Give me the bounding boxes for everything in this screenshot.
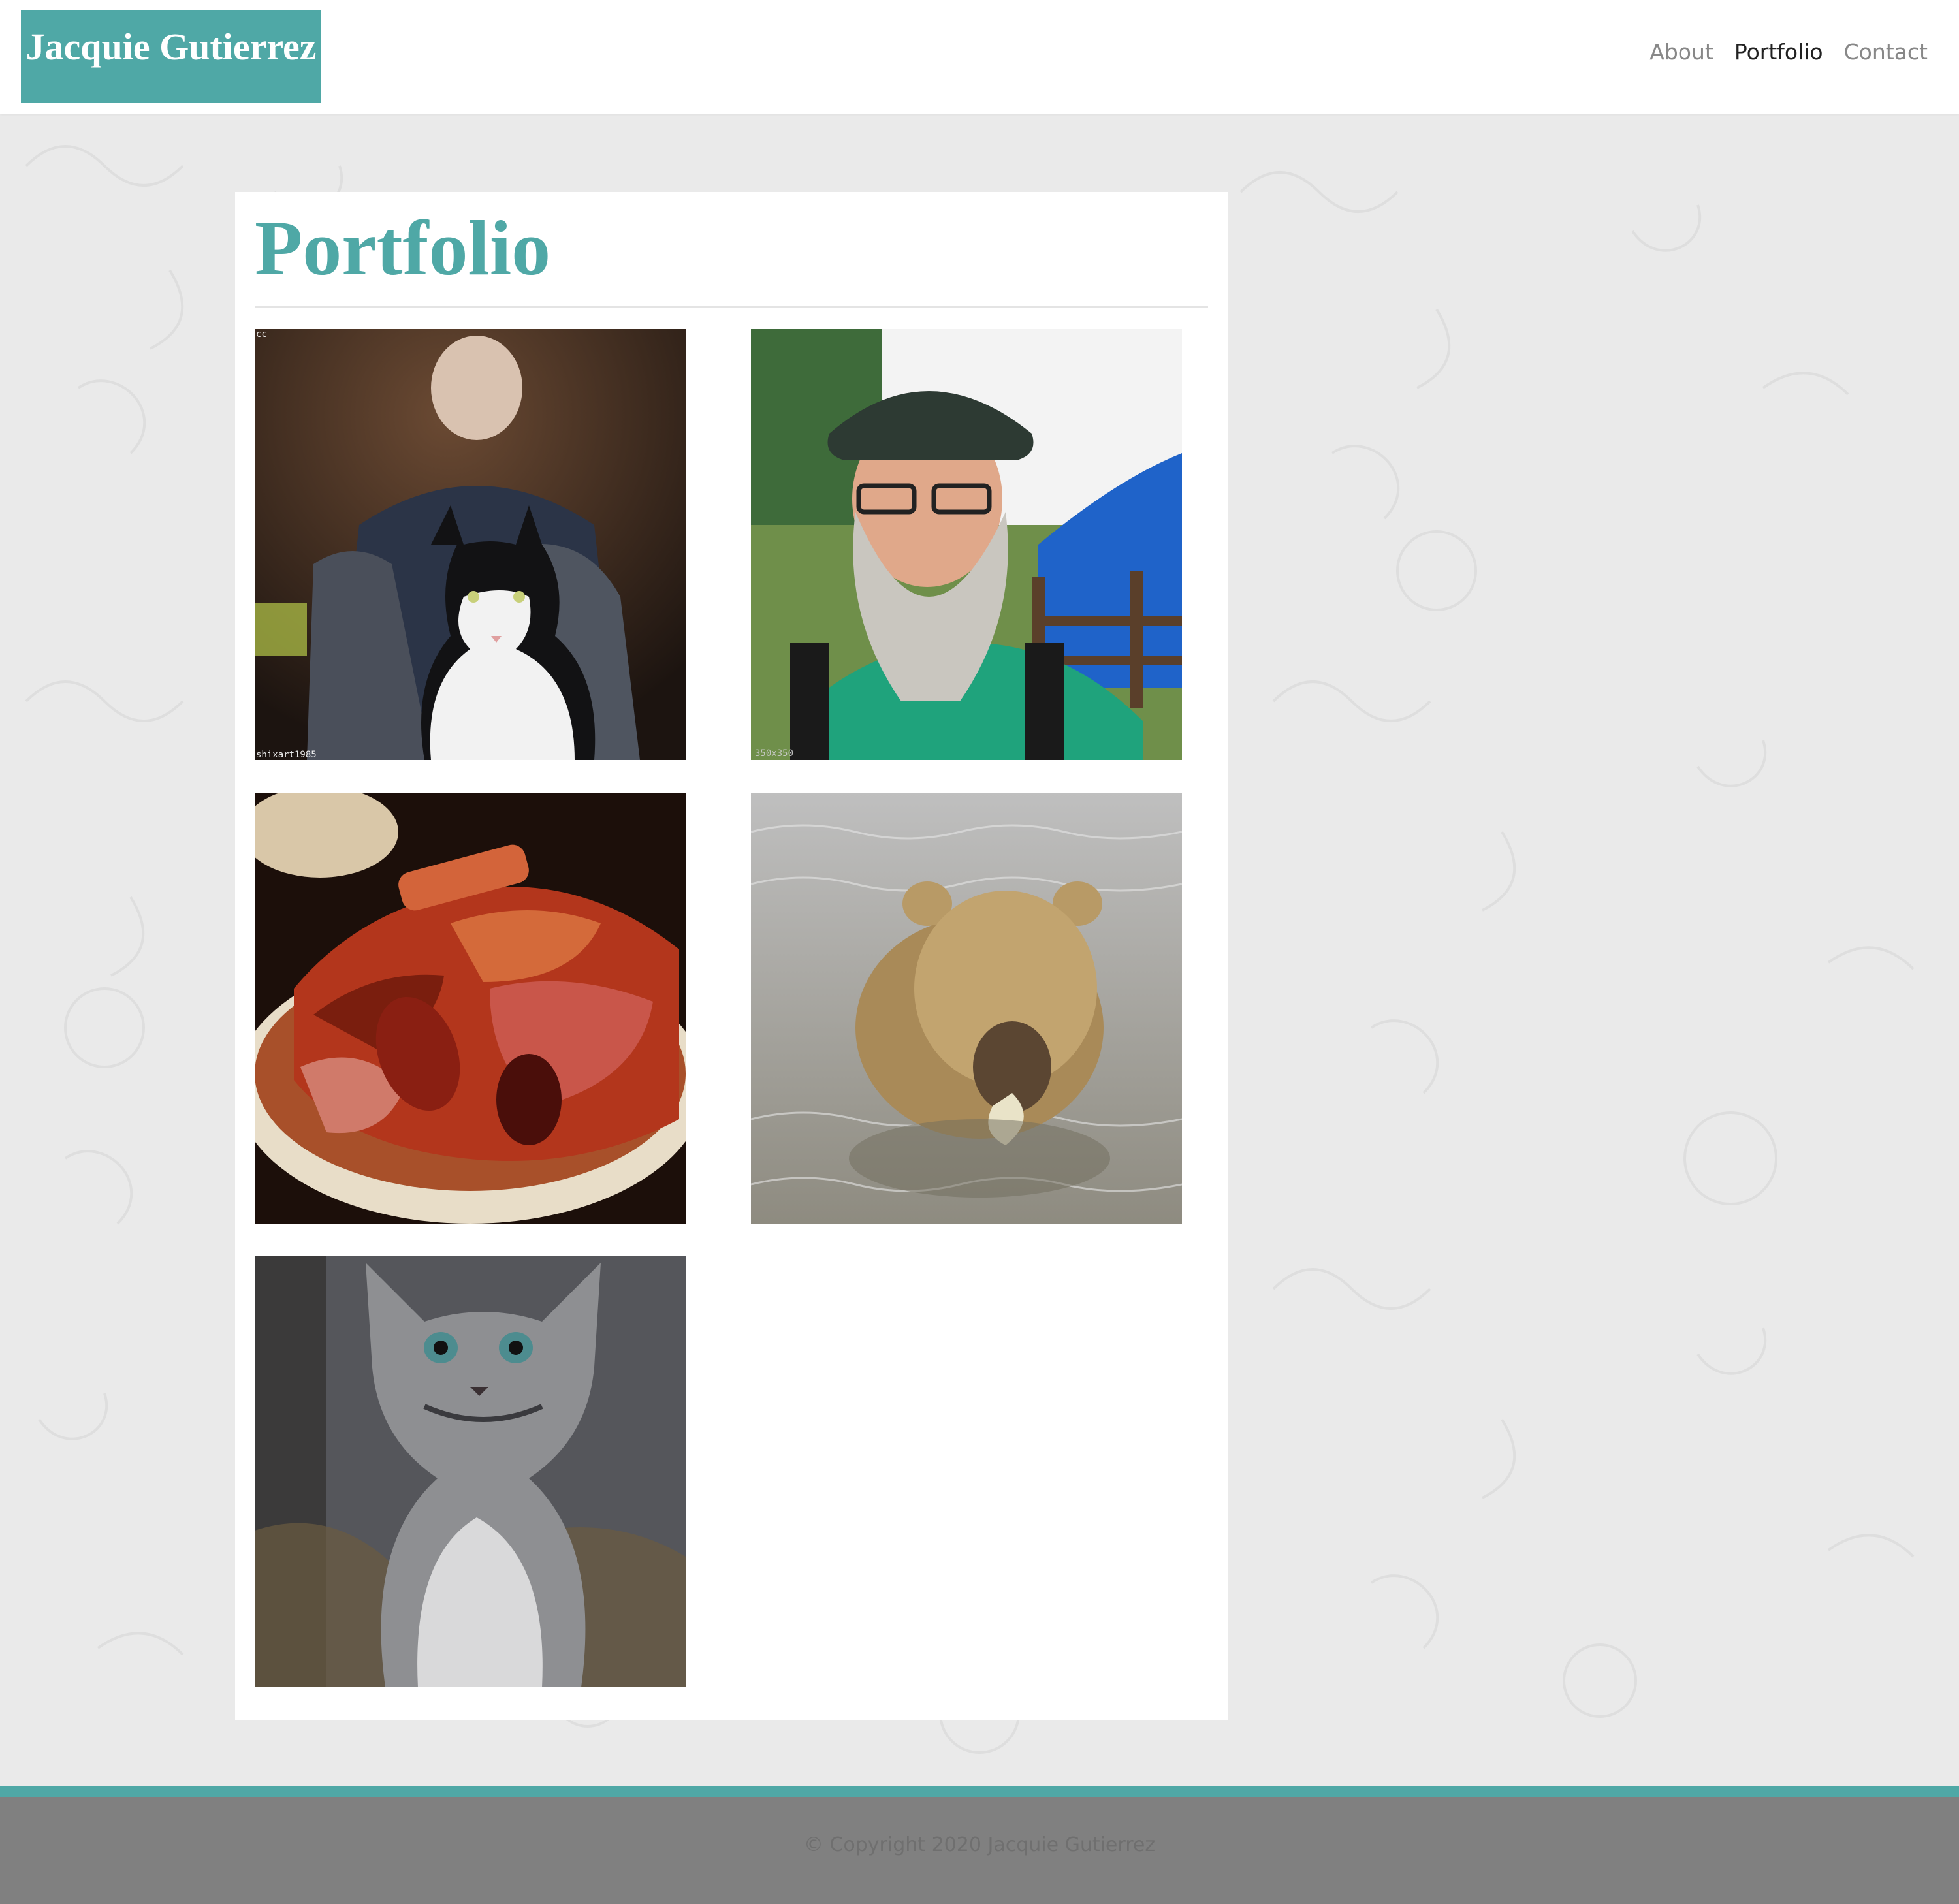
portfolio-card: Portfolio cc shixart1985 350x350	[235, 192, 1228, 1720]
cat-man-photo	[255, 329, 686, 760]
size-watermark: 350x350	[755, 748, 794, 759]
bear-photo	[751, 793, 1182, 1224]
watermark-top: cc	[256, 329, 267, 340]
nav-link-contact[interactable]: Contact	[1844, 39, 1928, 65]
nav-link-about[interactable]: About	[1649, 39, 1713, 65]
copyright-text: © Copyright 2020 Jacquie Gutierrez	[803, 1833, 1156, 1856]
portfolio-image-cat-man[interactable]: cc shixart1985	[255, 329, 686, 760]
brand-logo[interactable]: Jacquie Gutierrez	[21, 10, 321, 103]
kitten-photo	[255, 1256, 686, 1687]
portfolio-image-bearded-man[interactable]: 350x350	[751, 329, 1182, 760]
bearded-man-photo	[751, 329, 1182, 760]
nav-link-portfolio[interactable]: Portfolio	[1734, 39, 1823, 65]
watermark-bottom: shixart1985	[256, 750, 317, 760]
site-footer: © Copyright 2020 Jacquie Gutierrez	[0, 1786, 1959, 1904]
portfolio-image-kitten[interactable]	[255, 1256, 686, 1687]
barbecue-photo	[255, 793, 686, 1224]
main-nav: About Portfolio Contact	[1649, 39, 1928, 65]
portfolio-image-barbecue[interactable]	[255, 793, 686, 1224]
page-title: Portfolio	[255, 204, 551, 291]
portfolio-image-bear[interactable]	[751, 793, 1182, 1224]
site-header: Jacquie Gutierrez About Portfolio Contac…	[0, 0, 1959, 114]
title-divider	[255, 306, 1208, 308]
